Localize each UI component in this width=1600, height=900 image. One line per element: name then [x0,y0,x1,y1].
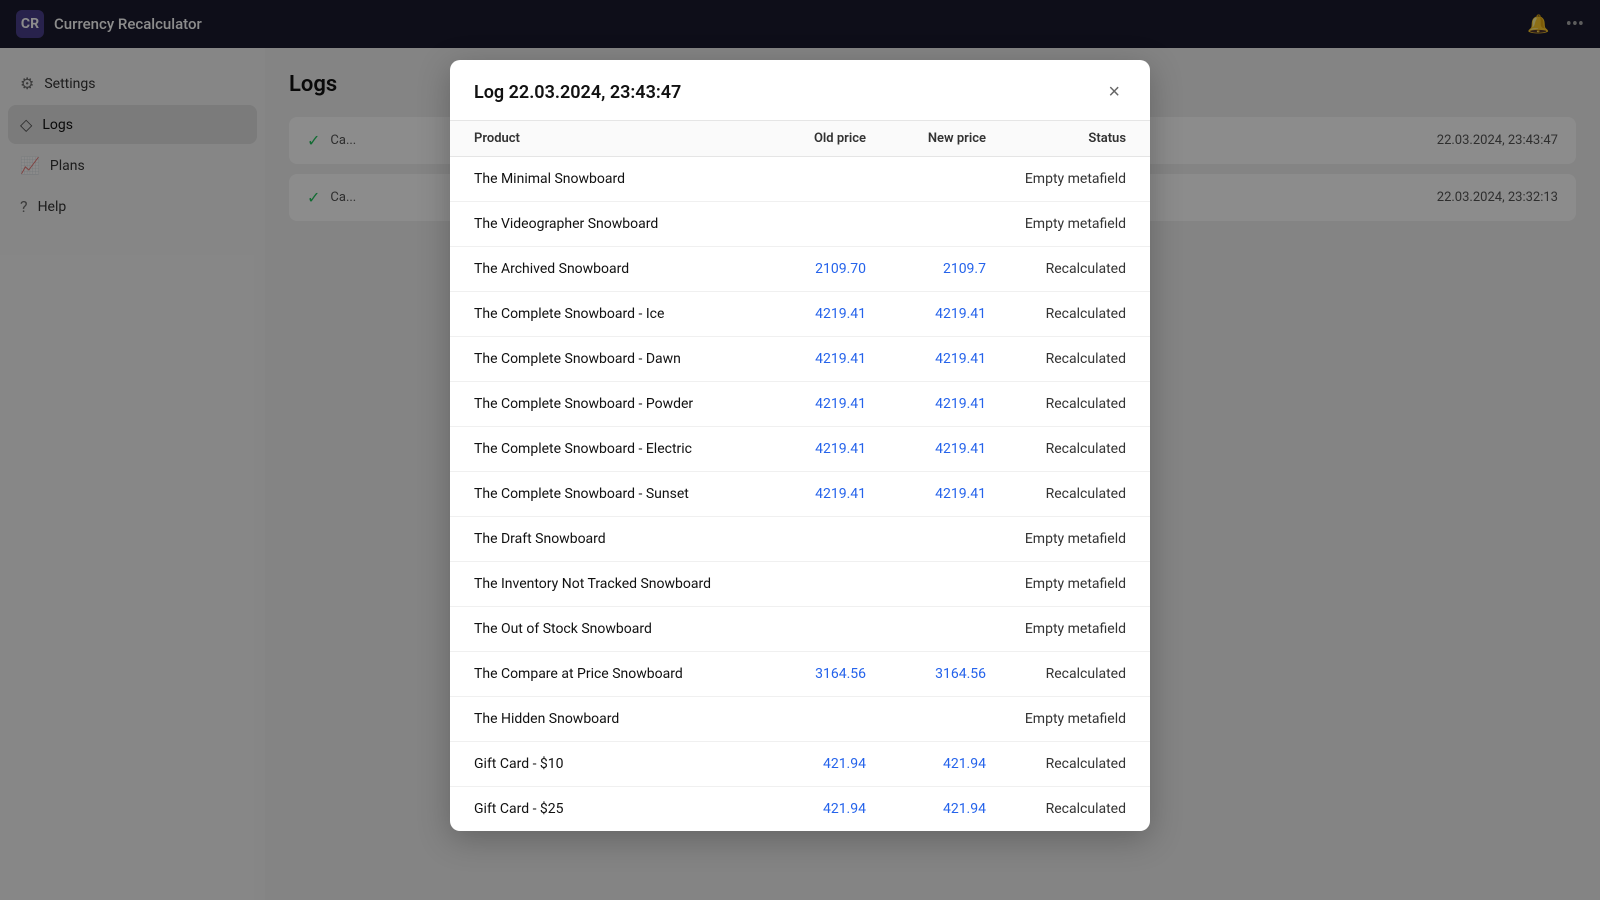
row-product-9: The Inventory Not Tracked Snowboard [474,576,746,592]
table-row: Gift Card - $10421.94421.94Recalculated [450,742,1150,787]
overlay-backdrop: Log 22.03.2024, 23:43:47 × Product Old p… [0,0,1600,900]
table-row: The Inventory Not Tracked Snowboard Empty… [450,562,1150,607]
row-new-price-3: 4219.41 [866,306,986,322]
table-header: Product Old price New price Status [450,121,1150,157]
row-status-13: Recalculated [986,756,1126,772]
row-status-9: Empty metafield [986,576,1126,592]
table-row: The Videographer Snowboard Empty metafiel… [450,202,1150,247]
col-header-old-price: Old price [746,131,866,146]
col-header-status: Status [986,131,1126,146]
row-product-7: The Complete Snowboard - Sunset [474,486,746,502]
table-body: The Minimal SnowboardEmpty metafieldThe … [450,157,1150,831]
table-row: The Minimal Snowboard Empty metafield [450,157,1150,202]
row-old-price-3: 4219.41 [746,306,866,322]
row-old-price-2: 2109.70 [746,261,866,277]
row-product-0: The Minimal Snowboard [474,171,746,187]
row-product-2: The Archived Snowboard [474,261,746,277]
row-new-price-4: 4219.41 [866,351,986,367]
row-status-8: Empty metafield [986,531,1126,547]
row-product-10: The Out of Stock Snowboard [474,621,746,637]
row-old-price-14: 421.94 [746,801,866,817]
row-status-10: Empty metafield [986,621,1126,637]
row-status-12: Empty metafield [986,711,1126,727]
table-row: The Complete Snowboard - Powder4219.4142… [450,382,1150,427]
row-old-price-4: 4219.41 [746,351,866,367]
table-row: The Out of Stock Snowboard Empty metafiel… [450,607,1150,652]
row-new-price-2: 2109.7 [866,261,986,277]
row-old-price-13: 421.94 [746,756,866,772]
row-product-3: The Complete Snowboard - Ice [474,306,746,322]
row-status-3: Recalculated [986,306,1126,322]
table-row: The Complete Snowboard - Ice4219.414219.… [450,292,1150,337]
row-new-price-14: 421.94 [866,801,986,817]
row-new-price-5: 4219.41 [866,396,986,412]
table-row: The Compare at Price Snowboard3164.56316… [450,652,1150,697]
row-product-12: The Hidden Snowboard [474,711,746,727]
row-status-14: Recalculated [986,801,1126,817]
row-new-price-13: 421.94 [866,756,986,772]
row-status-1: Empty metafield [986,216,1126,232]
table-row: The Archived Snowboard2109.702109.7Recal… [450,247,1150,292]
row-product-14: Gift Card - $25 [474,801,746,817]
row-product-11: The Compare at Price Snowboard [474,666,746,682]
col-header-product: Product [474,131,746,146]
row-old-price-7: 4219.41 [746,486,866,502]
modal-title: Log 22.03.2024, 23:43:47 [474,82,681,103]
row-status-6: Recalculated [986,441,1126,457]
row-product-1: The Videographer Snowboard [474,216,746,232]
row-product-13: Gift Card - $10 [474,756,746,772]
row-status-0: Empty metafield [986,171,1126,187]
row-product-6: The Complete Snowboard - Electric [474,441,746,457]
table-row: Gift Card - $25421.94421.94Recalculated [450,787,1150,831]
row-old-price-5: 4219.41 [746,396,866,412]
row-new-price-7: 4219.41 [866,486,986,502]
table-row: The Complete Snowboard - Sunset4219.4142… [450,472,1150,517]
row-status-4: Recalculated [986,351,1126,367]
col-header-new-price: New price [866,131,986,146]
row-old-price-11: 3164.56 [746,666,866,682]
modal-header: Log 22.03.2024, 23:43:47 × [450,60,1150,121]
row-status-5: Recalculated [986,396,1126,412]
row-new-price-11: 3164.56 [866,666,986,682]
table-row: The Draft Snowboard Empty metafield [450,517,1150,562]
row-status-11: Recalculated [986,666,1126,682]
row-product-4: The Complete Snowboard - Dawn [474,351,746,367]
row-new-price-6: 4219.41 [866,441,986,457]
row-status-7: Recalculated [986,486,1126,502]
row-product-5: The Complete Snowboard - Powder [474,396,746,412]
table-row: The Complete Snowboard - Electric4219.41… [450,427,1150,472]
modal: Log 22.03.2024, 23:43:47 × Product Old p… [450,60,1150,831]
row-product-8: The Draft Snowboard [474,531,746,547]
table-row: The Hidden Snowboard Empty metafield [450,697,1150,742]
row-old-price-6: 4219.41 [746,441,866,457]
modal-close-button[interactable]: × [1102,80,1126,104]
table-row: The Complete Snowboard - Dawn4219.414219… [450,337,1150,382]
row-status-2: Recalculated [986,261,1126,277]
